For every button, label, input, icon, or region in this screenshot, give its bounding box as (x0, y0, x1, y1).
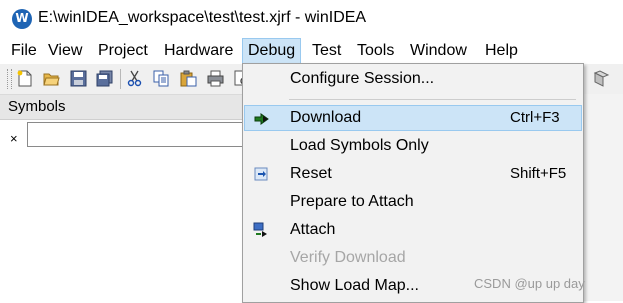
attach-icon (253, 222, 269, 238)
bookmark-icon[interactable] (593, 70, 610, 87)
menu-item-label: Configure Session... (290, 70, 435, 87)
watermark: CSDN @up up day (474, 276, 585, 291)
toolbar-grip[interactable] (7, 69, 12, 89)
menu-item-prepare-to-attach[interactable]: Prepare to Attach (244, 189, 582, 215)
cut-icon[interactable] (126, 70, 143, 87)
menu-window[interactable]: Window (405, 38, 472, 64)
menu-item-label: Reset (290, 165, 332, 182)
save-all-icon[interactable] (96, 70, 113, 87)
menu-help[interactable]: Help (480, 38, 523, 64)
menu-item-label: Load Symbols Only (290, 137, 429, 154)
menu-item-label: Download (290, 109, 362, 126)
clear-search-icon[interactable]: × (10, 131, 18, 146)
menu-project[interactable]: Project (93, 38, 153, 64)
winidea-logo-icon (12, 9, 32, 29)
menu-file[interactable]: File (6, 38, 42, 64)
menu-test[interactable]: Test (307, 38, 346, 64)
panel-header: Symbols (0, 95, 245, 120)
menu-item-load-symbols-only[interactable]: Load Symbols Only (244, 133, 582, 159)
menu-view[interactable]: View (43, 38, 87, 64)
menu-item-verify-download: Verify Download (244, 245, 582, 271)
menu-debug[interactable]: Debug (242, 38, 302, 64)
copy-icon[interactable] (153, 70, 170, 87)
open-folder-icon[interactable] (43, 70, 60, 87)
symbols-search-input[interactable] (27, 122, 247, 147)
menu-item-label: Attach (290, 221, 336, 238)
symbols-panel: Symbols × (0, 95, 247, 301)
menu-item-label: Prepare to Attach (290, 193, 414, 210)
download-icon (254, 111, 270, 127)
paste-icon[interactable] (180, 70, 197, 87)
new-file-icon[interactable] (16, 70, 33, 87)
menu-item-configure-session[interactable]: Configure Session... (244, 66, 582, 92)
menu-item-label: Verify Download (290, 249, 406, 266)
editor-area (584, 94, 623, 301)
menu-item-reset[interactable]: Reset Shift+F5 (244, 161, 582, 187)
menu-item-shortcut: Ctrl+F3 (510, 109, 560, 126)
menu-tools[interactable]: Tools (352, 38, 399, 64)
menu-item-download[interactable]: Download Ctrl+F3 (244, 105, 582, 131)
menu-item-attach[interactable]: Attach (244, 217, 582, 243)
toolbar-separator (120, 69, 121, 89)
title-bar: E:\winIDEA_workspace\test\test.xjrf - wi… (0, 0, 623, 38)
debug-dropdown-menu: Configure Session... Download Ctrl+F3 Lo… (242, 63, 584, 303)
panel-title: Symbols (8, 98, 66, 115)
menu-separator (289, 99, 576, 100)
menu-item-label: Show Load Map... (290, 277, 419, 294)
window-title: E:\winIDEA_workspace\test\test.xjrf - wi… (38, 9, 367, 26)
save-icon[interactable] (70, 70, 87, 87)
print-icon[interactable] (207, 70, 224, 87)
reset-icon (253, 166, 269, 182)
menu-item-shortcut: Shift+F5 (510, 165, 567, 182)
menu-hardware[interactable]: Hardware (159, 38, 238, 64)
menu-bar: File View Project Hardware Debug Test To… (0, 38, 623, 64)
